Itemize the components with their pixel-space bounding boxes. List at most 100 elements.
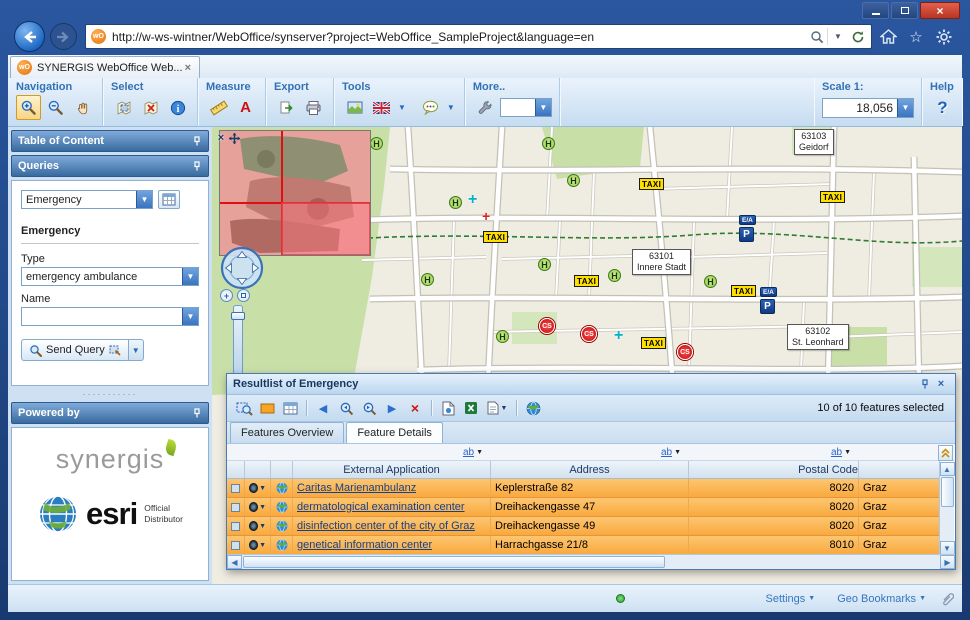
vertical-scrollbar[interactable]: ▲ ▼ — [939, 462, 954, 555]
cs-marker[interactable]: CS — [581, 326, 597, 342]
header-application[interactable]: External Application — [293, 461, 491, 478]
taxi-marker[interactable]: TAXI — [641, 337, 666, 349]
home-icon[interactable] — [876, 25, 900, 49]
pin-icon[interactable] — [917, 379, 933, 389]
pharmacy-marker[interactable]: H — [538, 258, 551, 271]
globe-icon[interactable] — [276, 539, 288, 551]
chevron-down-icon[interactable]: ▼ — [259, 542, 266, 549]
result-row[interactable]: ▼ genetical information center Harrachga… — [227, 536, 940, 554]
type-dropdown[interactable]: emergency ambulance ▼ — [21, 267, 199, 286]
globe-icon[interactable] — [276, 520, 288, 532]
scale-dropdown[interactable]: 18,056 ▼ — [822, 98, 914, 118]
search-icon[interactable] — [807, 26, 827, 47]
result-row[interactable]: ▼ disinfection center of the city of Gra… — [227, 517, 940, 536]
tab-close-icon[interactable]: × — [183, 62, 193, 74]
language-flag-button[interactable] — [369, 95, 394, 120]
chevron-down-icon[interactable]: ▼ — [535, 99, 551, 116]
select-feature-icon[interactable] — [231, 522, 240, 531]
zoom-to-feature-icon[interactable] — [249, 502, 258, 512]
scroll-left-icon[interactable]: ◀ — [227, 555, 242, 569]
overview-move-icon[interactable] — [228, 132, 240, 144]
excel-export-button[interactable] — [461, 398, 481, 418]
chevron-down-icon[interactable]: ▼ — [259, 504, 266, 511]
label-button[interactable]: A — [233, 95, 258, 120]
screenshot-button[interactable] — [342, 95, 367, 120]
sort-postal[interactable]: ab▼ — [689, 447, 859, 458]
close-button[interactable]: × — [920, 2, 960, 19]
highlight-selection-button[interactable] — [257, 398, 277, 418]
zoom-to-feature-icon[interactable] — [249, 483, 258, 493]
chevron-down-icon[interactable]: ▼ — [259, 523, 266, 530]
zoom-to-feature-icon[interactable] — [249, 521, 258, 531]
browser-tab[interactable]: wO SYNERGIS WebOffice Web... × — [10, 56, 200, 78]
select-feature-icon[interactable] — [231, 484, 240, 493]
select-rectangle-button[interactable] — [111, 95, 136, 120]
pin-icon[interactable] — [192, 408, 202, 418]
pharmacy-marker[interactable]: H — [542, 137, 555, 150]
zoom-in-button[interactable] — [16, 95, 41, 120]
feature-link[interactable]: genetical information center — [297, 539, 432, 551]
query-definition-button[interactable] — [158, 190, 180, 209]
maximize-button[interactable] — [891, 2, 918, 19]
chevron-down-icon[interactable]: ▼ — [828, 26, 848, 47]
pharmacy-marker[interactable]: H — [608, 269, 621, 282]
map-view[interactable]: × + — [212, 127, 962, 584]
resultlist-header[interactable]: Resultlist of Emergency × — [227, 374, 955, 395]
chevron-down-icon[interactable]: ▼ — [897, 99, 913, 117]
collapse-panel-button[interactable] — [938, 445, 953, 461]
geo-bookmarks-link[interactable]: Geo Bookmarks▼ — [837, 593, 926, 605]
parking-marker[interactable]: P — [739, 227, 754, 242]
next-feature-button[interactable]: ▶ — [382, 398, 402, 418]
sort-application[interactable]: ab▼ — [293, 447, 491, 458]
scrollbar-thumb[interactable] — [941, 477, 954, 507]
result-row[interactable]: ▼ dermatological examination center Drei… — [227, 498, 940, 517]
parking-marker[interactable]: P — [760, 299, 775, 314]
powered-by-header[interactable]: Powered by — [11, 402, 209, 424]
zoom-in-mini-button[interactable]: + — [220, 289, 233, 302]
taxi-marker[interactable]: TAXI — [483, 231, 508, 243]
select-feature-icon[interactable] — [231, 503, 240, 512]
report-button[interactable]: ▼ — [484, 398, 510, 418]
back-button[interactable] — [14, 21, 45, 52]
scroll-up-icon[interactable]: ▲ — [940, 462, 955, 476]
taxi-marker[interactable]: TAXI — [639, 178, 664, 190]
redlining-button[interactable] — [418, 95, 443, 120]
settings-gear-icon[interactable] — [932, 25, 956, 49]
clear-selection-button[interactable] — [138, 95, 163, 120]
tab-features-overview[interactable]: Features Overview — [230, 422, 344, 443]
queries-header[interactable]: Queries — [11, 155, 209, 177]
zoom-box-mini-button[interactable] — [237, 289, 250, 302]
measure-button[interactable] — [206, 95, 231, 120]
globe-icon[interactable] — [276, 482, 288, 494]
zoom-out-button[interactable] — [43, 95, 68, 120]
taxi-marker[interactable]: TAXI — [820, 191, 845, 203]
favorites-star-icon[interactable]: ☆ — [904, 25, 928, 49]
pharmacy-marker[interactable]: H — [704, 275, 717, 288]
result-row[interactable]: ▼ Caritas Marienambulanz Keplerstraße 82… — [227, 479, 940, 498]
forward-button[interactable] — [50, 23, 77, 50]
scroll-down-icon[interactable]: ▼ — [940, 541, 955, 555]
name-dropdown[interactable]: ▼ — [21, 307, 199, 326]
overview-extent-box[interactable] — [281, 202, 370, 255]
print-button[interactable] — [301, 95, 326, 120]
scroll-right-icon[interactable]: ▶ — [940, 555, 955, 569]
overview-close-icon[interactable]: × — [215, 132, 227, 144]
panel-resizer-handle[interactable]: ··········· — [11, 389, 209, 399]
tab-feature-details[interactable]: Feature Details — [346, 422, 443, 443]
zoom-to-selected-button[interactable] — [234, 398, 254, 418]
pharmacy-marker[interactable]: H — [370, 137, 383, 150]
send-query-button[interactable]: Send Query — [21, 339, 129, 361]
cs-marker[interactable]: CS — [539, 318, 555, 334]
pharmacy-marker[interactable]: H — [421, 273, 434, 286]
entry-exit-marker[interactable]: E/A — [739, 215, 756, 225]
refresh-icon[interactable] — [848, 26, 868, 47]
horizontal-scrollbar[interactable]: ◀ ▶ — [227, 554, 955, 569]
pin-icon[interactable] — [192, 136, 202, 146]
pin-icon[interactable] — [192, 161, 202, 171]
more-dropdown[interactable]: ▼ — [500, 98, 552, 117]
minimize-button[interactable] — [862, 2, 889, 19]
header-address[interactable]: Address — [491, 461, 689, 478]
chevron-down-icon[interactable]: ▼ — [129, 339, 144, 361]
header-postal[interactable]: Postal Code — [689, 461, 859, 478]
pan-control[interactable] — [219, 245, 265, 294]
